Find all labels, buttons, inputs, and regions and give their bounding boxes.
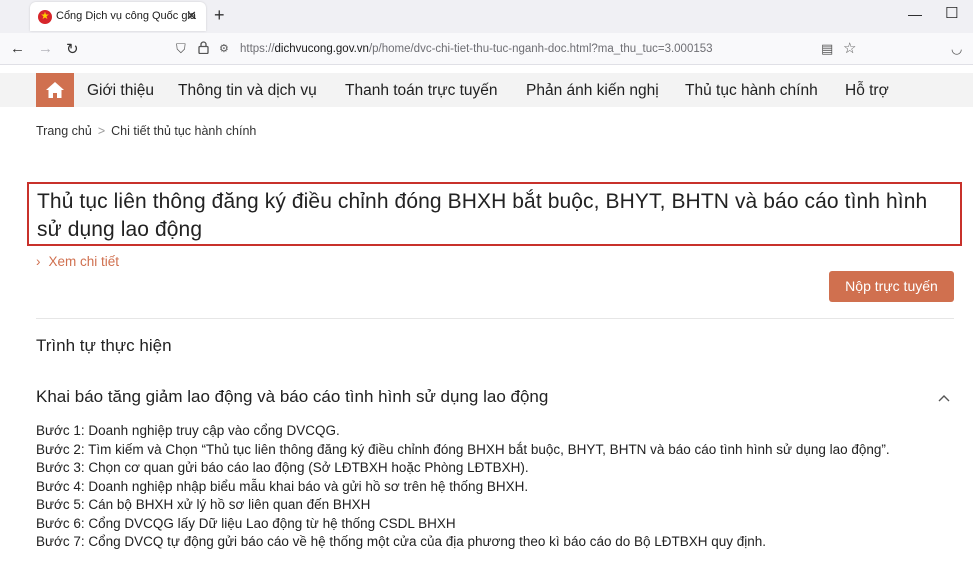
tab-title: Cổng Dịch vụ công Quốc gia (56, 10, 197, 22)
menu-item-thong-tin-dich-vu[interactable]: Thông tin và dịch vụ (178, 82, 317, 100)
reader-view-icon[interactable]: ▤ (821, 41, 833, 57)
pocket-icon[interactable]: ◡ (951, 41, 962, 57)
maximize-icon[interactable]: ☐ (945, 4, 958, 22)
forward-icon[interactable]: → (38, 40, 53, 57)
divider (36, 318, 954, 319)
breadcrumb: Trang chủ > Chi tiết thủ tục hành chính (36, 124, 256, 138)
url-prefix: https:// (240, 43, 275, 55)
section-title: Trình tự thực hiện (36, 336, 172, 355)
breadcrumb-separator: > (97, 124, 106, 138)
minimize-icon[interactable]: — (908, 6, 922, 22)
back-icon[interactable]: ← (10, 40, 25, 57)
accordion-header[interactable]: Khai báo tăng giảm lao động và báo cáo t… (36, 387, 548, 407)
home-button[interactable] (36, 73, 74, 107)
chevron-right-icon: › (36, 254, 41, 269)
menu-item-thanh-toan[interactable]: Thanh toán trực tuyến (345, 82, 498, 100)
main-menu: Giới thiệu Thông tin và dịch vụ Thanh to… (0, 73, 973, 107)
bookmark-star-icon[interactable]: ☆ (843, 39, 856, 57)
step-item: Bước 6: Cổng DVCQG lấy Dữ liệu Lao động … (36, 515, 456, 531)
browser-navigation-bar: ← → ↻ ⛉ ⚙ https://dichvucong.gov.vn/p/ho… (0, 33, 973, 65)
steps-list: Bước 1: Doanh nghiệp truy cập vào cổng D… (36, 422, 956, 552)
submit-online-button[interactable]: Nộp trực tuyến (829, 271, 954, 302)
close-icon[interactable]: ✕ (186, 8, 197, 24)
url-host: dichvucong.gov.vn (274, 43, 369, 55)
procedure-title-box: Thủ tục liên thông đăng ký điều chỉnh đó… (27, 182, 962, 246)
step-item: Bước 5: Cán bộ BHXH xử lý hồ sơ liên qua… (36, 497, 371, 512)
step-item: Bước 1: Doanh nghiệp truy cập vào cổng D… (36, 423, 340, 438)
menu-item-gioi-thieu[interactable]: Giới thiệu (87, 82, 154, 100)
page-title: Thủ tục liên thông đăng ký điều chỉnh đó… (37, 190, 928, 241)
breadcrumb-home[interactable]: Trang chủ (36, 124, 92, 138)
step-item: Bước 3: Chọn cơ quan gửi báo cáo lao độn… (36, 460, 529, 475)
reload-icon[interactable]: ↻ (66, 40, 79, 58)
shield-icon[interactable]: ⛉ (176, 41, 186, 57)
breadcrumb-current: Chi tiết thủ tục hành chính (111, 124, 257, 138)
chevron-up-icon[interactable] (938, 390, 950, 405)
menu-item-ho-tro[interactable]: Hỗ trợ (845, 82, 889, 100)
browser-tab-bar: ★ Cổng Dịch vụ công Quốc gia ✕ + — ☐ (0, 0, 973, 33)
new-tab-icon[interactable]: + (214, 5, 225, 26)
view-details-label: Xem chi tiết (48, 254, 120, 269)
view-details-link[interactable]: › Xem chi tiết (36, 254, 119, 269)
home-icon (46, 82, 64, 98)
menu-item-thu-tuc[interactable]: Thủ tục hành chính (685, 82, 818, 100)
url-path: /p/home/dvc-chi-tiet-thu-tuc-nganh-doc.h… (368, 43, 713, 55)
permissions-icon[interactable]: ⚙ (219, 42, 229, 55)
url-field[interactable]: https://dichvucong.gov.vn/p/home/dvc-chi… (240, 43, 713, 55)
lock-icon[interactable] (198, 41, 209, 57)
step-item: Bước 2: Tìm kiếm và Chọn “Thủ tục liên t… (36, 441, 890, 457)
national-emblem-icon: ★ (38, 10, 52, 24)
step-item: Bước 4: Doanh nghiệp nhập biểu mẫu khai … (36, 478, 529, 494)
browser-tab[interactable]: ★ Cổng Dịch vụ công Quốc gia ✕ (30, 2, 206, 31)
step-item: Bước 7: Cổng DVCQ tự động gửi báo cáo về… (36, 534, 767, 549)
menu-item-phan-anh[interactable]: Phản ánh kiến nghị (526, 82, 659, 100)
